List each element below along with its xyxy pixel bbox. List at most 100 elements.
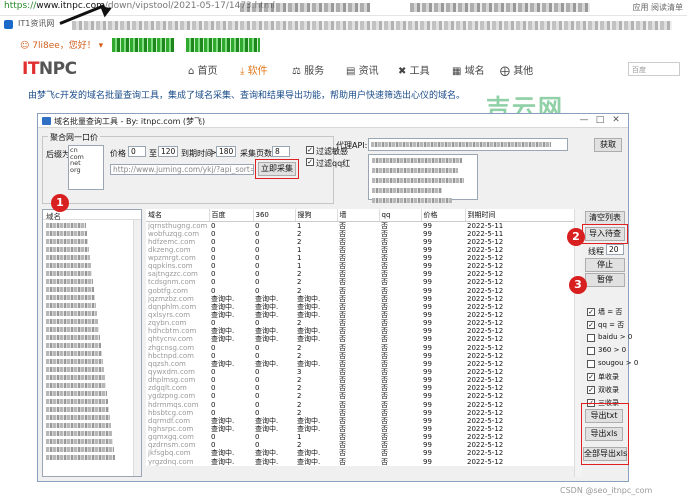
table-row[interactable]: qqpkins.com 0 0 1 否 否 99 2022-5-12	[146, 262, 574, 270]
scrollbar[interactable]	[133, 220, 141, 476]
table-row[interactable]: dkzeng.com 0 0 1 否 否 99 2022-5-12	[146, 246, 574, 254]
minimize-icon[interactable]: —	[576, 115, 592, 125]
nav-service[interactable]: ⚖ 服务	[292, 62, 324, 77]
nav-home[interactable]: ⌂ 首页	[188, 62, 218, 77]
url-field[interactable]: https://www.itnpc.com/down/vipstool/2021…	[4, 1, 275, 11]
table-row[interactable]: dqnphlm.com 查询中. 查询中. 查询中. 否 否 99 2022-5-12	[146, 303, 574, 311]
table-row[interactable]: zdgqlt.com 0 0 2 否 否 99 2022-5-12	[146, 384, 574, 392]
maximize-icon[interactable]: □	[592, 115, 608, 125]
table-row[interactable]: qhtycnv.com 查询中. 查询中. 查询中. 否 否 99 2022-5-12	[146, 335, 574, 343]
table-cell: 否	[339, 286, 346, 295]
pages-input[interactable]: 8	[272, 146, 290, 157]
list-item[interactable]: org	[70, 166, 102, 174]
column-header[interactable]: 域名	[146, 209, 210, 222]
reading-list-label[interactable]: 阅读清单	[651, 3, 683, 12]
nav-tools[interactable]: ✖ 工具	[398, 62, 430, 77]
table-row[interactable]: sajtngzzc.com 0 0 2 否 否 99 2022-5-12	[146, 270, 574, 278]
clear-list-button[interactable]: 清空列表	[585, 211, 625, 225]
window-controls: — □ ✕	[576, 115, 624, 125]
column-header[interactable]: 百度	[209, 209, 254, 222]
export-all-button[interactable]: 全部导出xls	[583, 447, 627, 461]
price-to-input[interactable]: 120	[158, 146, 178, 157]
table-row[interactable]: ygdzpng.com 0 0 2 否 否 99 2022-5-12	[146, 392, 574, 400]
filter-checkbox[interactable]	[587, 334, 595, 342]
user-greeting[interactable]: ☺ 7li8ee，您好！ ▾	[20, 38, 103, 51]
table-cell: 否	[381, 343, 388, 352]
table-row[interactable]: qxlsyrs.com 查询中. 查询中. 查询中. 否 否 99 2022-5-12	[146, 311, 574, 319]
table-cell: 0	[255, 392, 260, 401]
table-row[interactable]: wobfuzqg.com 0 0 2 否 否 99 2022-5-11	[146, 230, 574, 238]
column-header[interactable]: 到期时间	[465, 209, 575, 222]
table-row[interactable]: dqrmdf.com 查询中. 查询中. 查询中. 否 否 99 2022-5-12	[146, 417, 574, 425]
export-xls-button[interactable]: 导出xls	[585, 427, 623, 441]
table-row[interactable]: jkfsgbq.com 查询中. 查询中. 查询中. 否 否 99 2022-5-12	[146, 449, 574, 457]
table-row[interactable]: dhplmsg.com 0 0 2 否 否 99 2022-5-12	[146, 376, 574, 384]
price-from-input[interactable]: 0	[128, 146, 146, 157]
apps-label[interactable]: 应用	[632, 3, 648, 12]
table-row[interactable]: hbctnpd.com 0 0 2 否 否 99 2022-5-12	[146, 352, 574, 360]
logo-npc: NPC	[38, 59, 77, 79]
filter-checkbox[interactable]: ✓	[587, 373, 595, 381]
greeting-text: 7li8ee，您好！	[32, 41, 96, 51]
table-row[interactable]: wpzmrgt.com 0 0 1 否 否 99 2022-5-12	[146, 254, 574, 262]
table-cell: 否	[381, 327, 388, 336]
table-row[interactable]: hdrmmqs.com 0 0 2 否 否 99 2022-5-12	[146, 400, 574, 409]
proxy-label: 代理API:	[336, 141, 368, 150]
filter-checkbox[interactable]	[587, 347, 595, 355]
table-row[interactable]: hghsrpc.com 查询中. 查询中. 查询中. 否 否 99 2022-5-12	[146, 425, 574, 433]
stop-button[interactable]: 停止	[585, 258, 625, 272]
search-input[interactable]: 百度	[628, 62, 680, 76]
filter-checkbox[interactable]: ✓	[587, 321, 595, 329]
bookmark-item[interactable]: IT1资讯网	[18, 18, 54, 29]
thread-input[interactable]: 20	[606, 244, 624, 255]
expire-input[interactable]: 180	[216, 146, 236, 157]
nav-software[interactable]: ⤓ 软件	[240, 62, 268, 77]
table-row[interactable]: hdfzemc.com 0 0 2 否 否 99 2022-5-12	[146, 238, 574, 246]
table-cell: 查询中.	[255, 457, 279, 466]
table-row[interactable]: jqrnsthugng.com 0 0 1 否否 99 2022-5-11	[146, 221, 574, 230]
export-txt-button[interactable]: 导出txt	[585, 409, 623, 423]
proxy-api-input[interactable]	[368, 138, 568, 151]
column-header[interactable]: qq	[379, 209, 422, 222]
column-header[interactable]: 360	[253, 209, 296, 222]
filter-sensitive-checkbox[interactable]: ✓	[306, 146, 314, 154]
table-row[interactable]: hbsbtcg.com 0 0 2 否 否 99 2022-5-12	[146, 409, 574, 417]
site-logo[interactable]: ITNPC	[22, 59, 77, 79]
table-row[interactable]: qzdrnsm.com 0 0 2 否 否 99 2022-5-12	[146, 441, 574, 449]
proxy-list[interactable]	[368, 154, 478, 203]
table-row[interactable]: zhgcnsg.com 0 0 2 否 否 99 2022-5-12	[146, 343, 574, 352]
table-row[interactable]: hdhcbtm.com 查询中. 查询中. 查询中. 否 否 99 2022-5-12	[146, 327, 574, 335]
blurred-text	[46, 327, 99, 332]
nav-news[interactable]: ▤ 资讯	[346, 62, 379, 77]
nav-label: 服务	[304, 66, 325, 77]
suffix-list[interactable]: cn com net org	[68, 145, 104, 190]
table-row[interactable]: gobtfg.com 0 0 2 否 否 99 2022-5-12	[146, 286, 574, 295]
table-row[interactable]: qywxdm.com 0 0 3 否 否 99 2022-5-12	[146, 368, 574, 376]
table-cell: 99	[423, 343, 432, 352]
table-row[interactable]: jqzmzbz.com 查询中. 查询中. 查询中. 否 否 99 2022-5-12	[146, 295, 574, 303]
table-row[interactable]: tcdsgnm.com 0 0 2 否 否 99 2022-5-12	[146, 278, 574, 286]
filter-checkbox[interactable]: ✓	[587, 386, 595, 394]
pause-button[interactable]: 暂停	[585, 273, 625, 287]
table-cell: jqrnsthugng.com	[148, 221, 208, 230]
table-row[interactable]: yrgzdnq.com 查询中. 查询中. 查询中. 否 否 99 2022-5-12	[146, 457, 574, 466]
column-header[interactable]: 价格	[421, 209, 466, 222]
filter-qq-checkbox[interactable]: ✓	[306, 158, 314, 166]
nav-other[interactable]: ⨁ 其他	[500, 62, 533, 77]
column-header[interactable]: 搜狗	[295, 209, 338, 222]
nav-domain[interactable]: ▦ 域名	[452, 62, 485, 77]
table-cell: zqybn.com	[148, 319, 187, 328]
table-row[interactable]: zqybn.com 0 0 2 否 否 99 2022-5-12	[146, 319, 574, 327]
filter-checkbox[interactable]: ✓	[587, 308, 595, 316]
collect-url-input[interactable]: http://www.juming.com/ykj/?api_sort=0&ym…	[110, 164, 254, 175]
table-row[interactable]: gqmxgq.com 0 0 1 否 否 99 2022-5-12	[146, 433, 574, 441]
column-header[interactable]: 墙	[337, 209, 380, 222]
table-cell: 查询中.	[297, 416, 321, 425]
filter-checkbox[interactable]	[587, 360, 595, 368]
close-icon[interactable]: ✕	[608, 115, 624, 125]
table-cell: 0	[211, 408, 216, 417]
table-row[interactable]: qqzsh.com 查询中. 查询中. 查询中. 否 否 99 2022-5-12	[146, 360, 574, 368]
table-cell: 0	[211, 286, 216, 295]
domain-input-list[interactable]: 域名	[42, 209, 142, 477]
fetch-button[interactable]: 获取	[594, 138, 622, 152]
